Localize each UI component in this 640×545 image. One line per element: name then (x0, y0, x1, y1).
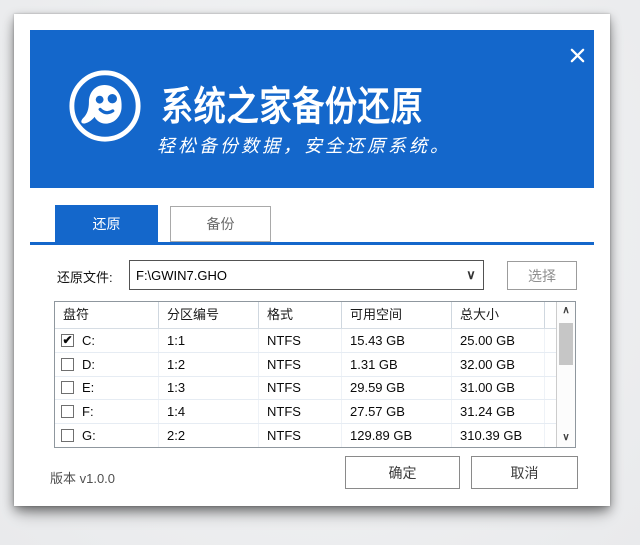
format: NTFS (259, 424, 342, 447)
table-scrollbar[interactable]: ∧ ∨ (556, 302, 575, 447)
partition-id: 1:4 (159, 400, 259, 423)
drive-checkbox[interactable] (61, 381, 74, 394)
partition-id: 1:1 (159, 329, 259, 352)
column-header-filler (545, 302, 556, 328)
total-size: 25.00 GB (452, 329, 545, 352)
row-filler (545, 353, 556, 376)
select-file-button[interactable]: 选择 (507, 261, 577, 290)
tab-underline (30, 242, 594, 245)
ok-button[interactable]: 确定 (345, 456, 460, 489)
column-header-partition[interactable]: 分区编号 (159, 302, 259, 328)
drive-cell: D: (55, 353, 159, 376)
table-row[interactable]: E: 1:3NTFS29.59 GB31.00 GB (55, 377, 556, 401)
free-space: 129.89 GB (342, 424, 452, 447)
drive-letter: G: (82, 428, 96, 443)
partition-id: 2:2 (159, 424, 259, 447)
drive-checkbox[interactable]: ✔ (61, 334, 74, 347)
column-header-drive[interactable]: 盘符 (55, 302, 159, 328)
scroll-down-icon[interactable]: ∨ (557, 429, 575, 447)
tab-backup[interactable]: 备份 (170, 206, 271, 242)
tab-restore[interactable]: 还原 (55, 205, 158, 243)
window-content: 系统之家备份还原 轻松备份数据，安全还原系统。 还原 备份 还原文件: F:\G… (30, 30, 594, 490)
drive-table: 盘符 分区编号 格式 可用空间 总大小 ✔C:1:1NTFS15.43 GB25… (54, 301, 576, 448)
restore-file-value: F:\GWIN7.GHO (130, 268, 459, 283)
drive-cell: E: (55, 377, 159, 400)
free-space: 27.57 GB (342, 400, 452, 423)
total-size: 32.00 GB (452, 353, 545, 376)
version-label: 版本 v1.0.0 (50, 468, 115, 487)
window-header: 系统之家备份还原 轻松备份数据，安全还原系统。 (30, 30, 594, 188)
drive-letter: C: (82, 333, 95, 348)
format: NTFS (259, 329, 342, 352)
table-row[interactable]: D: 1:2NTFS1.31 GB32.00 GB (55, 353, 556, 377)
ghost-logo-icon (67, 68, 143, 144)
format: NTFS (259, 353, 342, 376)
total-size: 310.39 GB (452, 424, 545, 447)
drive-cell: ✔ C: (55, 329, 159, 352)
partition-id: 1:3 (159, 377, 259, 400)
app-title: 系统之家备份还原 (161, 74, 423, 132)
format: NTFS (259, 400, 342, 423)
scrollbar-thumb[interactable] (559, 323, 573, 365)
drive-letter: E: (82, 380, 94, 395)
restore-file-label: 还原文件: (57, 267, 113, 286)
free-space: 15.43 GB (342, 329, 452, 352)
table-row[interactable]: ✔ C: 1:1NTFS15.43 GB25.00 GB (55, 329, 556, 353)
row-filler (545, 400, 556, 423)
close-icon[interactable] (564, 42, 590, 68)
chevron-down-icon[interactable]: ∨ (459, 267, 483, 283)
total-size: 31.00 GB (452, 377, 545, 400)
drive-table-header: 盘符 分区编号 格式 可用空间 总大小 (55, 302, 556, 329)
column-header-format[interactable]: 格式 (259, 302, 342, 328)
drive-letter: F: (82, 404, 94, 419)
free-space: 1.31 GB (342, 353, 452, 376)
column-header-free[interactable]: 可用空间 (342, 302, 452, 328)
restore-file-combobox[interactable]: F:\GWIN7.GHO ∨ (129, 260, 484, 290)
free-space: 29.59 GB (342, 377, 452, 400)
drive-checkbox[interactable] (61, 405, 74, 418)
table-row[interactable]: F: 1:4NTFS27.57 GB31.24 GB (55, 400, 556, 424)
partition-id: 1:2 (159, 353, 259, 376)
scroll-up-icon[interactable]: ∧ (557, 302, 575, 320)
row-filler (545, 424, 556, 447)
drive-table-rows: ✔C:1:1NTFS15.43 GB25.00 GBD:1:2NTFS1.31 … (55, 329, 556, 447)
cancel-button[interactable]: 取消 (471, 456, 578, 489)
app-window: 系统之家备份还原 轻松备份数据，安全还原系统。 还原 备份 还原文件: F:\G… (14, 14, 610, 506)
app-subtitle: 轻松备份数据，安全还原系统。 (157, 132, 451, 158)
drive-table-main: 盘符 分区编号 格式 可用空间 总大小 ✔C:1:1NTFS15.43 GB25… (55, 302, 556, 447)
drive-checkbox[interactable] (61, 358, 74, 371)
total-size: 31.24 GB (452, 400, 545, 423)
column-header-total[interactable]: 总大小 (452, 302, 545, 328)
drive-letter: D: (82, 357, 95, 372)
format: NTFS (259, 377, 342, 400)
row-filler (545, 377, 556, 400)
drive-cell: G: (55, 424, 159, 447)
table-row[interactable]: G: 2:2NTFS129.89 GB310.39 GB (55, 424, 556, 447)
drive-cell: F: (55, 400, 159, 423)
drive-checkbox[interactable] (61, 429, 74, 442)
row-filler (545, 329, 556, 352)
